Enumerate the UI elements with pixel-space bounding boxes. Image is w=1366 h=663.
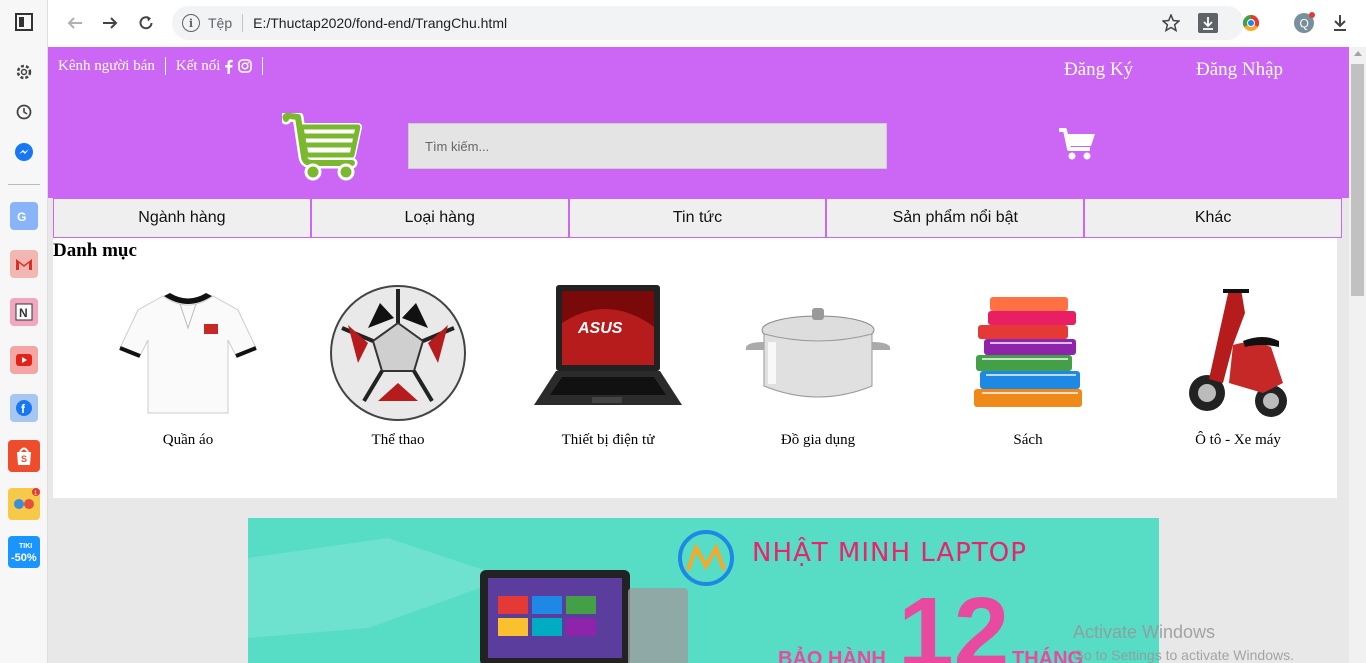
category-item[interactable]: Ô tô - Xe máy — [1143, 278, 1333, 449]
forward-icon[interactable] — [95, 8, 125, 38]
download-icon[interactable] — [1325, 8, 1355, 38]
browser-sidebar: G N f S 1 TIKI -50% — [0, 0, 48, 663]
pot-image — [738, 278, 898, 428]
settings-icon[interactable] — [8, 56, 40, 88]
site-header: Kênh người bán Kết nối Đăng Ký Đăng Nhập — [48, 47, 1349, 198]
svg-text:S: S — [21, 454, 27, 464]
category-label: Thiết bị điện tử — [561, 432, 655, 448]
menu-item-tin-tuc[interactable]: Tin tức — [568, 198, 827, 238]
windows-watermark: Activate Windows Go to Settings to activ… — [1073, 622, 1294, 663]
profile-avatar[interactable]: Q — [1289, 8, 1319, 38]
shopee-icon[interactable]: S — [8, 440, 40, 472]
svg-text:-50%: -50% — [11, 552, 37, 564]
promo-banner[interactable]: NHẬT MINH LAPTOP 12 BẢO HÀNH THÁNG — [248, 518, 1159, 663]
laptop-image: ASUS — [528, 278, 688, 428]
search-input[interactable] — [408, 123, 887, 169]
game-icon[interactable]: 1 — [8, 488, 40, 520]
category-item[interactable]: Sách — [933, 278, 1123, 449]
category-item[interactable]: Đồ gia dụng — [723, 278, 913, 449]
chrome-ext-icon[interactable] — [1236, 8, 1266, 38]
category-item[interactable]: Quần áo — [93, 278, 283, 449]
tiki-icon[interactable]: TIKI -50% — [8, 536, 40, 568]
category-label: Ô tô - Xe máy — [1195, 432, 1281, 448]
social-links — [224, 59, 253, 74]
shirt-image — [108, 278, 268, 428]
cart-icon[interactable] — [1058, 127, 1096, 161]
ball-image — [318, 278, 478, 428]
category-label: Thể thao — [371, 432, 425, 448]
info-icon[interactable]: i — [182, 14, 200, 32]
messenger-icon[interactable] — [8, 136, 40, 168]
svg-text:ASUS: ASUS — [577, 320, 623, 337]
address-bar[interactable]: i Tệp E:/Thuctap2020/fond-end/TrangChu.h… — [172, 6, 1244, 40]
history-icon[interactable] — [8, 96, 40, 128]
protocol-label: Tệp — [208, 15, 233, 31]
page-viewport: Kênh người bán Kết nối Đăng Ký Đăng Nhập — [48, 47, 1349, 663]
instagram-icon[interactable] — [238, 59, 253, 73]
watermark-sub: Go to Settings to activate Windows. — [1073, 647, 1294, 663]
connect-label: Kết nối — [175, 57, 221, 74]
watermark-title: Activate Windows — [1073, 622, 1216, 642]
address-divider — [242, 14, 244, 32]
site-logo[interactable] — [280, 110, 364, 181]
svg-text:G: G — [17, 210, 26, 224]
category-section: Danh mục Quần áo Thể thao ASUS Thiết bị … — [53, 238, 1337, 498]
category-item[interactable]: ASUS Thiết bị điện tử — [513, 278, 703, 449]
link-divider — [262, 57, 264, 75]
register-link[interactable]: Đăng Ký — [1064, 59, 1133, 81]
sidebar-toggle-icon[interactable] — [8, 6, 40, 38]
google-translate-icon[interactable]: G — [8, 200, 40, 232]
facebook-icon[interactable]: f — [8, 392, 40, 424]
svg-text:Q: Q — [1300, 17, 1309, 31]
category-label: Sách — [1013, 432, 1043, 448]
banner-warranty-label: BẢO HÀNH — [778, 648, 886, 663]
menu-item-san-pham-noi-bat[interactable]: Sản phẩm nổi bật — [826, 198, 1085, 238]
sidebar-divider — [8, 184, 40, 185]
svg-text:TIKI: TIKI — [19, 543, 32, 550]
notion-icon[interactable]: N — [8, 296, 40, 328]
page-scrollbar[interactable] — [1349, 47, 1366, 663]
svg-text:N: N — [19, 306, 28, 320]
category-label: Quần áo — [162, 432, 214, 448]
category-title: Danh mục — [53, 240, 137, 261]
login-link[interactable]: Đăng Nhập — [1196, 59, 1283, 81]
menu-item-nganh-hang[interactable]: Ngành hàng — [53, 198, 311, 238]
gmail-icon[interactable] — [8, 248, 40, 280]
download-ext-icon[interactable] — [1193, 8, 1223, 38]
banner-brand: NHẬT MINH LAPTOP — [752, 538, 1027, 568]
facebook-icon[interactable] — [224, 59, 234, 74]
category-label: Đồ gia dụng — [780, 432, 856, 448]
menu-item-loai-hang[interactable]: Loại hàng — [310, 198, 569, 238]
scroll-thumb[interactable] — [1351, 64, 1364, 296]
scroll-up-arrow-icon[interactable] — [1354, 51, 1362, 56]
seller-channel-link[interactable]: Kênh người bán — [58, 58, 165, 75]
reload-icon[interactable] — [131, 8, 161, 38]
menu-item-khac[interactable]: Khác — [1084, 198, 1342, 238]
books-image — [948, 278, 1108, 428]
youtube-icon[interactable] — [8, 344, 40, 376]
url-text[interactable]: E:/Thuctap2020/fond-end/TrangChu.html — [253, 15, 507, 31]
main-menu: Ngành hàng Loại hàng Tin tức Sản phẩm nổ… — [53, 198, 1342, 238]
star-icon[interactable] — [1156, 8, 1186, 38]
back-icon[interactable] — [60, 8, 90, 38]
link-divider — [164, 57, 166, 75]
scooter-image — [1158, 278, 1318, 428]
banner-number: 12 — [898, 577, 1010, 663]
browser-toolbar: i Tệp E:/Thuctap2020/fond-end/TrangChu.h… — [48, 0, 1366, 47]
category-item[interactable]: Thể thao — [303, 278, 493, 449]
top-links: Kênh người bán Kết nối — [58, 57, 273, 75]
